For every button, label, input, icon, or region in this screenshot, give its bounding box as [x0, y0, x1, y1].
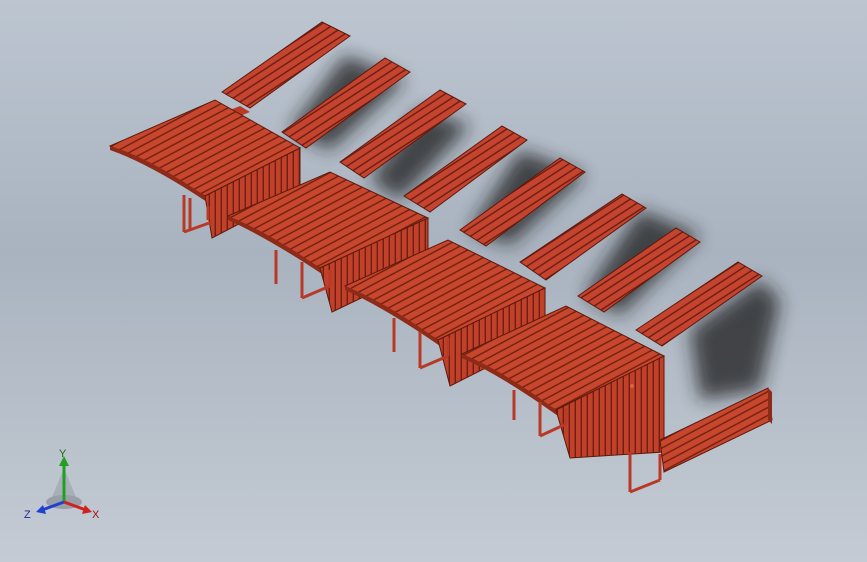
end-arm-panel — [659, 387, 773, 473]
fastener — [630, 384, 634, 388]
z-axis-arrow — [36, 505, 46, 514]
x-axis-arrow — [82, 505, 92, 514]
x-axis-label: X — [92, 509, 100, 521]
y-axis-label: Y — [59, 448, 67, 460]
z-axis-label: Z — [24, 509, 31, 521]
bench-model[interactable] — [108, 21, 773, 494]
axis-triad: Y X Z — [24, 448, 100, 521]
cad-viewport[interactable] — [0, 0, 867, 562]
